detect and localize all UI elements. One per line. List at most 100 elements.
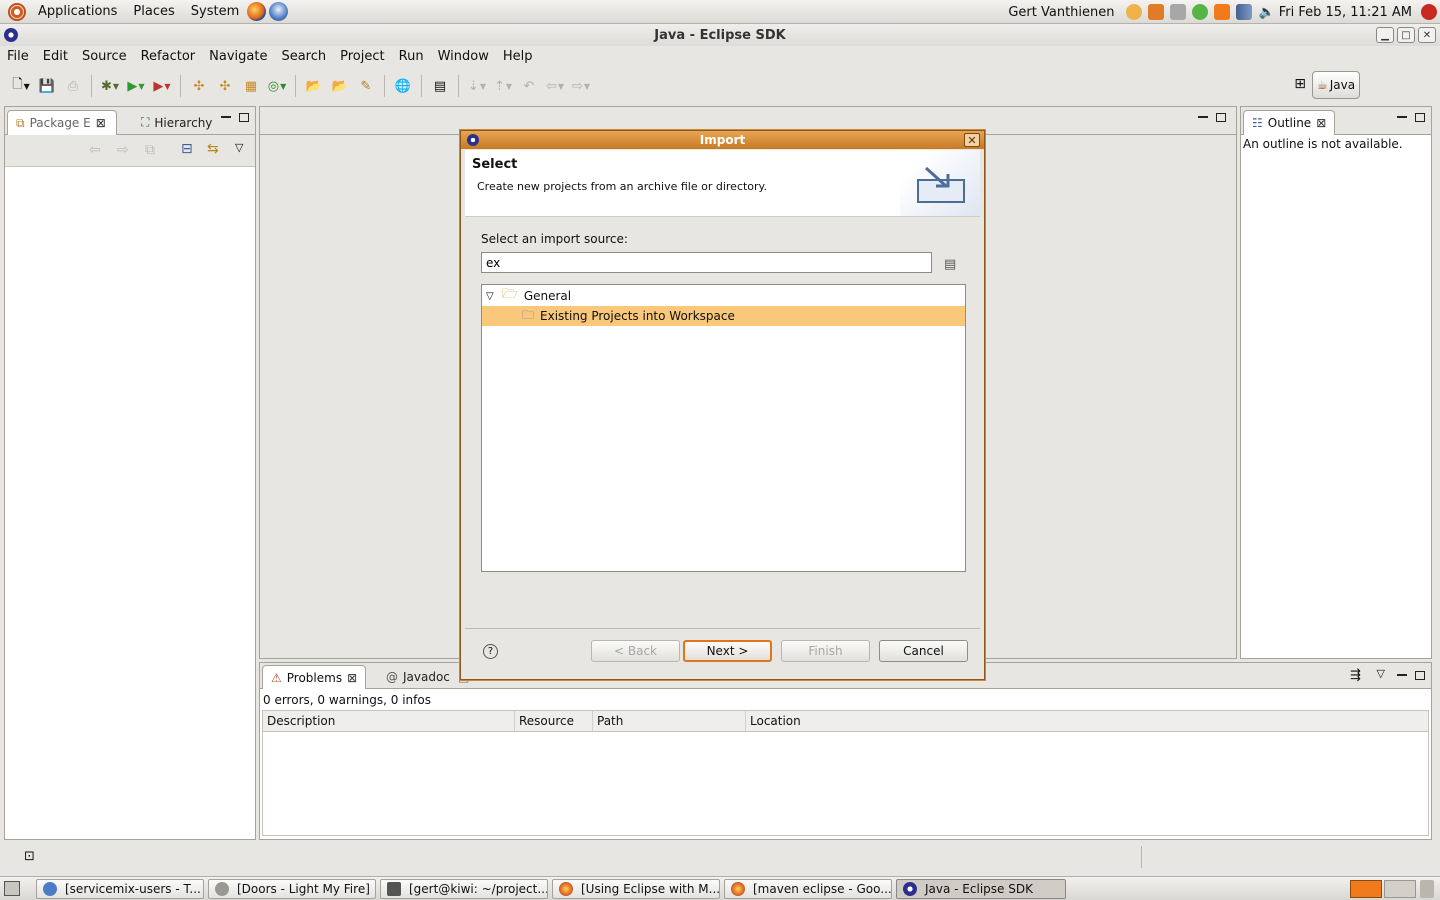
tab-problems[interactable]: ⚠ Problems ⊠ (262, 665, 367, 689)
java-perspective-button[interactable]: ☕ Java (1312, 71, 1360, 99)
maximize-icon[interactable] (1415, 671, 1425, 680)
keyring-icon[interactable] (1125, 4, 1142, 20)
maximize-window-button[interactable]: □ (1397, 27, 1415, 43)
back-icon[interactable]: ⇦ (89, 142, 101, 158)
tab-outline[interactable]: ☷ Outline ⊠ (1243, 110, 1336, 135)
up-icon[interactable]: ⧉ (145, 142, 155, 158)
save-icon[interactable]: 💾 (34, 75, 60, 97)
menu-search[interactable]: Search (274, 49, 333, 64)
fast-view-icon[interactable]: ⊡ (24, 849, 35, 864)
minimize-icon[interactable] (1397, 116, 1407, 118)
link-with-editor-icon[interactable]: ⇆ (207, 141, 219, 157)
new-class-icon[interactable]: ▦ (238, 75, 264, 97)
places-menu[interactable]: Places (125, 4, 182, 19)
maximize-icon[interactable] (1216, 113, 1226, 122)
minimize-icon[interactable] (1198, 116, 1208, 118)
dialog-close-button[interactable]: ✕ (964, 133, 980, 147)
new-class-dropdown-icon[interactable]: ◎ ▼ (264, 75, 290, 97)
applet-icon[interactable] (1169, 4, 1186, 20)
show-desktop-icon[interactable] (4, 881, 20, 896)
column-description[interactable]: Description (263, 711, 515, 731)
firefox-launcher-icon[interactable] (247, 2, 267, 21)
close-icon[interactable]: ⊠ (1316, 116, 1326, 130)
menu-edit[interactable]: Edit (36, 49, 75, 64)
import-filter-input[interactable] (481, 252, 932, 273)
tab-javadoc[interactable]: @ Javadoc (378, 665, 458, 689)
signal-strength-icon[interactable] (1235, 4, 1252, 20)
view-menu-icon[interactable]: ▽ (235, 141, 243, 154)
column-location[interactable]: Location (746, 711, 1428, 731)
debug-icon[interactable]: ✱ ▼ (97, 75, 123, 97)
volume-icon[interactable]: 🔈 (1259, 5, 1275, 20)
minimize-icon[interactable] (1397, 674, 1407, 676)
tab-package-explorer[interactable]: ⧉ Package E ⊠ (7, 110, 117, 135)
ubuntu-logo-icon[interactable] (8, 2, 26, 21)
back-icon[interactable]: ⇦ ▼ (542, 75, 568, 97)
trash-icon[interactable] (1420, 880, 1434, 898)
taskbar-item[interactable]: [maven eclipse - Goo... (724, 879, 892, 899)
applications-menu[interactable]: Applications (30, 4, 125, 19)
open-task-icon[interactable]: 📂 (327, 75, 353, 97)
tools-icon[interactable] (1147, 4, 1164, 20)
menu-source[interactable]: Source (75, 49, 134, 64)
clock[interactable]: Fri Feb 15, 11:21 AM (1279, 5, 1412, 20)
web-browser-icon[interactable]: 🌐 (390, 75, 416, 97)
forward-icon[interactable]: ⇨ (117, 142, 129, 158)
close-icon[interactable]: ⊠ (96, 116, 106, 130)
clear-filter-icon[interactable]: ▤ (944, 257, 956, 272)
column-path[interactable]: Path (593, 711, 746, 731)
workspace-1[interactable] (1350, 880, 1382, 898)
maximize-icon[interactable] (1415, 113, 1425, 122)
user-name[interactable]: Gert Vanthienen (1008, 5, 1114, 20)
minimize-window-button[interactable]: ▁ (1376, 27, 1394, 43)
view-menu-icon[interactable]: ▽ (1377, 667, 1385, 680)
new-package-icon[interactable]: ✣ (212, 75, 238, 97)
view-toolbar-filter-icon[interactable]: ⇶ (1350, 668, 1361, 683)
finish-button[interactable]: Finish (781, 640, 870, 662)
power-icon[interactable] (1421, 4, 1437, 20)
last-edit-location-icon[interactable]: ↶ (516, 75, 542, 97)
update-notifier-icon[interactable] (1213, 4, 1230, 20)
thunderbird-launcher-icon[interactable] (269, 2, 289, 21)
run-icon[interactable]: ▶ ▼ (123, 75, 149, 97)
search-icon[interactable]: ✎ (353, 75, 379, 97)
open-perspective-icon[interactable]: ⊞ (1294, 76, 1306, 92)
workspace-2[interactable] (1384, 880, 1416, 898)
menu-run[interactable]: Run (392, 49, 431, 64)
taskbar-item[interactable]: [servicemix-users - T... (36, 879, 204, 899)
help-icon[interactable]: ? (483, 644, 498, 659)
eclipse-window-icon[interactable] (4, 28, 18, 42)
taskbar-item[interactable]: [Doors - Light My Fire] (208, 879, 376, 899)
tree-item-existing-projects[interactable]: 🗀 Existing Projects into Workspace (482, 306, 965, 326)
forward-icon[interactable]: ⇨ ▼ (568, 75, 594, 97)
maximize-icon[interactable] (239, 113, 249, 122)
menu-refactor[interactable]: Refactor (134, 49, 203, 64)
toggle-mark-occurrences-icon[interactable]: ▤ (427, 75, 453, 97)
cancel-button[interactable]: Cancel (879, 640, 968, 662)
back-button[interactable]: < Back (591, 640, 680, 662)
system-menu[interactable]: System (183, 4, 247, 19)
tab-hierarchy[interactable]: ⛶ Hierarchy (133, 110, 220, 135)
minimize-icon[interactable] (221, 116, 231, 118)
network-status-icon[interactable] (1191, 4, 1208, 20)
menu-navigate[interactable]: Navigate (202, 49, 274, 64)
taskbar-item[interactable]: [gert@kiwi: ~/project... (380, 879, 548, 899)
column-resource[interactable]: Resource (515, 711, 593, 731)
menu-file[interactable]: File (0, 49, 36, 64)
external-tools-icon[interactable]: ▶ ▼ (149, 75, 175, 97)
collapse-arrow-icon[interactable]: ▽ (486, 291, 494, 302)
next-button[interactable]: Next > (683, 640, 772, 662)
taskbar-item[interactable]: [Using Eclipse with M... (552, 879, 720, 899)
new-wizard-icon[interactable]: 🗋 ▼ (8, 75, 34, 97)
tree-item-general[interactable]: ▽ 🗁 General (482, 286, 965, 306)
menu-project[interactable]: Project (333, 49, 391, 64)
menu-help[interactable]: Help (496, 49, 540, 64)
menu-window[interactable]: Window (431, 49, 496, 64)
open-type-icon[interactable]: 📂 (301, 75, 327, 97)
collapse-all-icon[interactable]: ⊟ (181, 141, 193, 157)
new-java-project-icon[interactable]: ✣ (186, 75, 212, 97)
close-window-button[interactable]: ✕ (1418, 27, 1436, 43)
print-icon[interactable]: ⎙ (60, 75, 86, 97)
close-icon[interactable]: ⊠ (347, 671, 357, 685)
taskbar-item-active[interactable]: Java - Eclipse SDK (896, 879, 1066, 899)
